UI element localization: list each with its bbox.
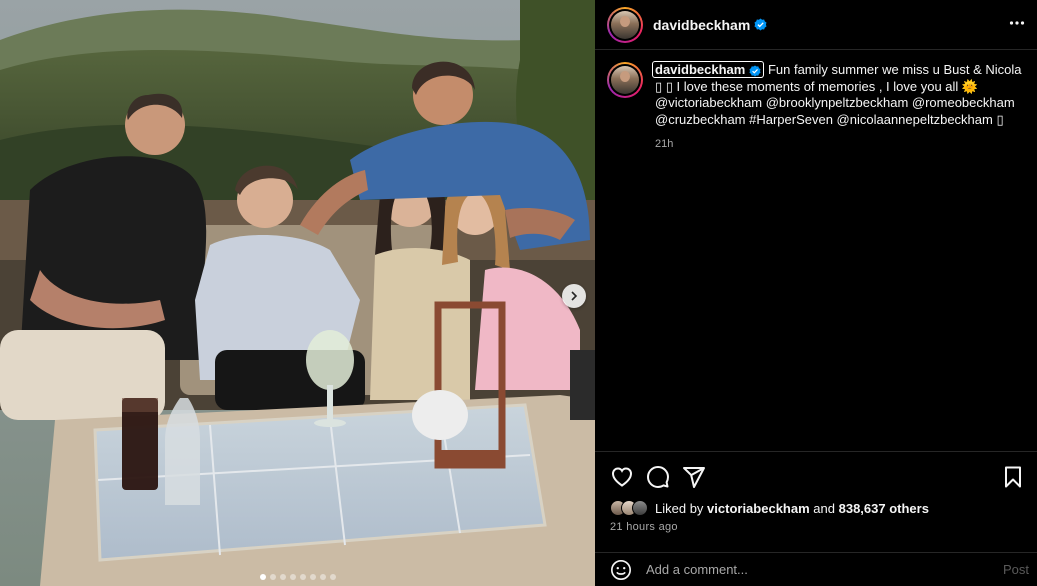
carousel-dot bbox=[269, 574, 276, 580]
family-photo-image bbox=[0, 0, 595, 586]
caption-username[interactable]: davidbeckham bbox=[652, 61, 765, 78]
comment-bar: Post bbox=[595, 552, 1037, 586]
carousel-dots bbox=[0, 574, 595, 580]
carousel-dot bbox=[289, 574, 296, 580]
share-icon[interactable] bbox=[682, 465, 706, 494]
carousel-dot bbox=[309, 574, 316, 580]
verified-badge-icon bbox=[754, 18, 767, 31]
carousel-dot bbox=[329, 574, 336, 580]
comment-icon[interactable] bbox=[646, 465, 670, 494]
emoji-icon[interactable] bbox=[610, 559, 632, 581]
verified-badge-icon bbox=[749, 65, 761, 77]
likes-summary: Liked by victoriabeckham and 838,637 oth… bbox=[610, 500, 929, 516]
action-bar bbox=[595, 451, 1037, 501]
liked-by-label: Liked by bbox=[655, 500, 704, 516]
post-photo[interactable] bbox=[0, 0, 595, 586]
avatar[interactable] bbox=[632, 500, 648, 516]
carousel-dot bbox=[319, 574, 326, 580]
caption-timestamp[interactable]: 21h bbox=[655, 136, 1027, 153]
carousel-dot bbox=[279, 574, 286, 580]
heart-icon[interactable] bbox=[610, 465, 634, 494]
liker-avatars bbox=[610, 500, 648, 516]
likes-others-link[interactable]: 838,637 others bbox=[839, 501, 929, 516]
post-header: davidbeckham bbox=[595, 0, 1037, 50]
liked-by-user-link[interactable]: victoriabeckham bbox=[707, 501, 810, 516]
more-options-icon[interactable] bbox=[1009, 15, 1025, 36]
post-time-ago[interactable]: 21 hours ago bbox=[610, 521, 678, 533]
post-details-panel: davidbeckham davidbeckham Fun family sum… bbox=[595, 0, 1037, 586]
bookmark-icon[interactable] bbox=[1001, 465, 1025, 494]
caption-avatar[interactable] bbox=[607, 62, 643, 98]
author-username[interactable]: davidbeckham bbox=[653, 17, 750, 33]
post-comment-button[interactable]: Post bbox=[1003, 562, 1029, 577]
carousel-dot bbox=[259, 574, 266, 580]
author-avatar[interactable] bbox=[607, 6, 643, 43]
chevron-right-icon bbox=[569, 291, 579, 301]
comment-input[interactable] bbox=[646, 562, 986, 577]
carousel-dot bbox=[299, 574, 306, 580]
liked-by-and: and bbox=[813, 500, 835, 516]
caption: davidbeckham Fun family summer we miss u… bbox=[607, 61, 1027, 153]
next-slide-button[interactable] bbox=[562, 284, 586, 308]
